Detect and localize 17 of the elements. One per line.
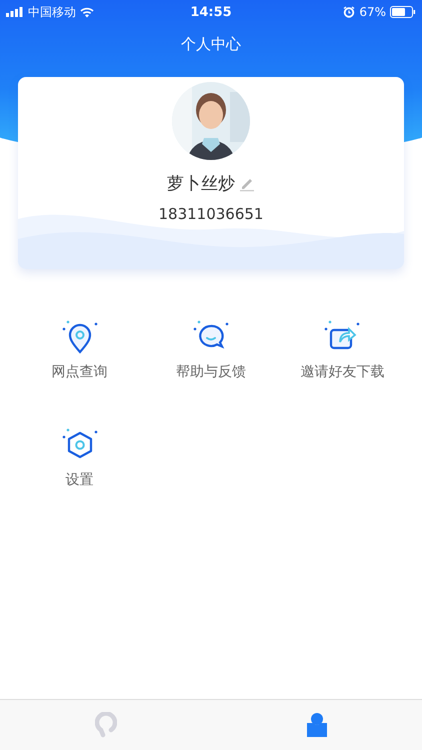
battery-percent: 67% (359, 5, 386, 19)
menu-item[interactable]: 网点查询 (52, 363, 108, 381)
wifi-icon (80, 6, 94, 18)
status-time: 14:55 (190, 4, 232, 20)
tab-home-icon[interactable] (94, 712, 116, 738)
menu-item[interactable]: 帮助与反馈 (176, 363, 246, 381)
page-title: 个人中心 (181, 35, 241, 53)
tab-profile-icon[interactable] (306, 712, 328, 738)
menu-item[interactable]: 设置 (66, 471, 94, 489)
location-pin-icon (60, 319, 100, 355)
battery-icon (390, 6, 416, 18)
user-name: 萝卜丝炒 (167, 173, 235, 195)
carrier-name: 中国移动 (28, 4, 76, 20)
alarm-icon (343, 6, 356, 18)
menu-item[interactable]: 邀请好友下载 (300, 363, 384, 381)
phone-number: 18311036651 (158, 205, 264, 223)
signal-icon (6, 7, 24, 17)
